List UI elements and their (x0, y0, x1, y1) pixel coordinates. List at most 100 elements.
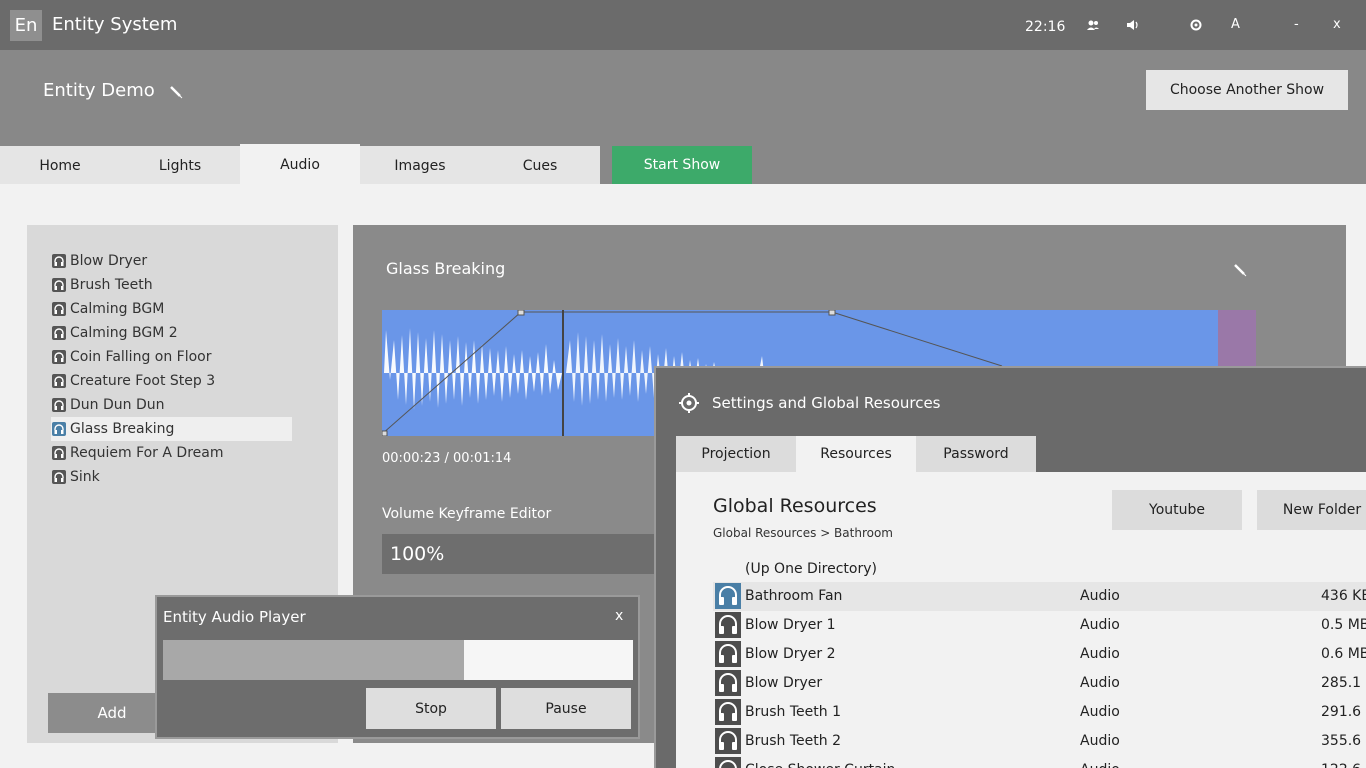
audio-item-requiem[interactable]: Requiem For A Dream (51, 441, 292, 465)
resource-size: 285.1 K (1321, 675, 1366, 691)
audio-item-blow-dryer[interactable]: Blow Dryer (51, 249, 292, 273)
playback-progress-fill (163, 640, 464, 680)
time-readout: 00:00:23 / 00:01:14 (382, 451, 512, 466)
audio-player-window: Entity Audio Player x Stop Pause (155, 595, 640, 739)
audio-item-label: Brush Teeth (70, 277, 153, 293)
minimize-button[interactable]: - (1294, 17, 1299, 32)
app-title: Entity System (52, 14, 178, 35)
audio-item-dun-dun-dun[interactable]: Dun Dun Dun (51, 393, 292, 417)
resource-row[interactable]: Blow Dryer Audio 285.1 K (713, 669, 1366, 698)
volume-keyframe-label: Volume Keyframe Editor (382, 506, 552, 522)
resource-type: Audio (1080, 675, 1120, 691)
headphones-icon (52, 326, 66, 340)
start-show-button[interactable]: Start Show (612, 146, 752, 184)
show-title: Entity Demo (43, 80, 155, 101)
stop-button[interactable]: Stop (366, 688, 496, 729)
headphones-icon (52, 302, 66, 316)
edit-show-pencil-icon[interactable] (169, 85, 183, 99)
resource-row[interactable]: Close Shower Curtain Audio 122.6 K (713, 756, 1366, 768)
audio-item-label: Calming BGM 2 (70, 325, 178, 341)
player-title: Entity Audio Player (163, 608, 306, 626)
tab-resources[interactable]: Resources (796, 436, 916, 472)
audio-item-label: Coin Falling on Floor (70, 349, 212, 365)
resource-type: Audio (1080, 617, 1120, 633)
settings-window: Settings and Global Resources Projection… (654, 366, 1366, 768)
audio-item-sink[interactable]: Sink (51, 465, 292, 489)
tab-home[interactable]: Home (0, 146, 120, 184)
resource-type: Audio (1080, 733, 1120, 749)
keyframe-handle[interactable] (382, 430, 388, 436)
headphones-icon (52, 350, 66, 364)
headphones-icon (715, 670, 741, 696)
resource-size: 0.5 MB (1321, 617, 1366, 633)
resource-row[interactable]: Brush Teeth 1 Audio 291.6 K (713, 698, 1366, 727)
audio-item-label: Sink (70, 469, 100, 485)
resource-size: 0.6 MB (1321, 646, 1366, 662)
headphones-icon (52, 422, 66, 436)
headphones-icon (715, 728, 741, 754)
resources-heading: Global Resources (713, 495, 877, 517)
headphones-icon (715, 757, 741, 768)
resource-type: Audio (1080, 646, 1120, 662)
headphones-icon (52, 398, 66, 412)
headphones-icon (52, 470, 66, 484)
playback-progress-bar[interactable] (163, 640, 633, 680)
audio-item-calming-bgm[interactable]: Calming BGM (51, 297, 292, 321)
headphones-icon (715, 699, 741, 725)
keyframe-handle[interactable] (828, 310, 836, 316)
app-badge: En (10, 10, 42, 41)
tab-cues[interactable]: Cues (480, 146, 600, 184)
speaker-icon[interactable] (1126, 18, 1142, 34)
resource-name: Close Shower Curtain (745, 756, 895, 768)
audio-item-creature-foot-step[interactable]: Creature Foot Step 3 (51, 369, 292, 393)
resource-row[interactable]: Blow Dryer 1 Audio 0.5 MB (713, 611, 1366, 640)
title-bar: En Entity System 22:16 A - x (0, 0, 1366, 50)
player-close-button[interactable]: x (615, 608, 623, 624)
resource-size: 355.6 K (1321, 733, 1366, 749)
resources-body: Global Resources Global Resources > Bath… (676, 472, 1366, 768)
new-folder-button[interactable]: New Folder (1257, 490, 1366, 530)
tab-projection[interactable]: Projection (676, 436, 796, 472)
volume-value[interactable]: 100% (382, 534, 662, 574)
resource-name: Blow Dryer 2 (745, 646, 836, 662)
audio-item-label: Calming BGM (70, 301, 165, 317)
resource-row[interactable]: Bathroom Fan Audio 436 KB (713, 582, 1366, 611)
close-button[interactable]: x (1333, 17, 1341, 32)
resource-row[interactable]: Brush Teeth 2 Audio 355.6 K (713, 727, 1366, 756)
resource-name: Brush Teeth 1 (745, 704, 841, 720)
resource-size: 122.6 K (1321, 756, 1366, 768)
settings-title: Settings and Global Resources (712, 394, 941, 412)
tab-audio[interactable]: Audio (240, 144, 360, 184)
headphones-icon (715, 583, 741, 609)
youtube-button[interactable]: Youtube (1112, 490, 1242, 530)
account-button[interactable]: A (1231, 17, 1240, 32)
resource-name: Blow Dryer (745, 675, 823, 691)
gear-icon[interactable] (1189, 18, 1205, 34)
resource-type: Audio (1080, 756, 1120, 768)
headphones-icon (52, 254, 66, 268)
users-icon[interactable] (1086, 18, 1102, 34)
pause-button[interactable]: Pause (501, 688, 631, 729)
choose-another-show-button[interactable]: Choose Another Show (1146, 70, 1348, 110)
keyframe-handle[interactable] (517, 310, 525, 316)
resource-size: 436 KB (1321, 588, 1366, 604)
audio-item-glass-breaking[interactable]: Glass Breaking (51, 417, 292, 441)
up-one-directory[interactable]: (Up One Directory) (745, 561, 877, 577)
audio-item-coin-falling[interactable]: Coin Falling on Floor (51, 345, 292, 369)
resource-row[interactable]: Blow Dryer 2 Audio 0.6 MB (713, 640, 1366, 669)
resource-type: Audio (1080, 588, 1120, 604)
headphones-icon (715, 612, 741, 638)
audio-item-label: Requiem For A Dream (70, 445, 224, 461)
audio-item-label: Blow Dryer (70, 253, 148, 269)
edit-title-pencil-icon[interactable] (1233, 263, 1247, 277)
tab-lights[interactable]: Lights (120, 146, 240, 184)
headphones-icon (715, 641, 741, 667)
breadcrumb[interactable]: Global Resources > Bathroom (713, 526, 893, 540)
tab-password[interactable]: Password (916, 436, 1036, 472)
resource-name: Bathroom Fan (745, 588, 843, 604)
audio-item-label: Glass Breaking (70, 421, 175, 437)
audio-item-brush-teeth[interactable]: Brush Teeth (51, 273, 292, 297)
headphones-icon (52, 374, 66, 388)
audio-item-calming-bgm-2[interactable]: Calming BGM 2 (51, 321, 292, 345)
tab-images[interactable]: Images (360, 146, 480, 184)
